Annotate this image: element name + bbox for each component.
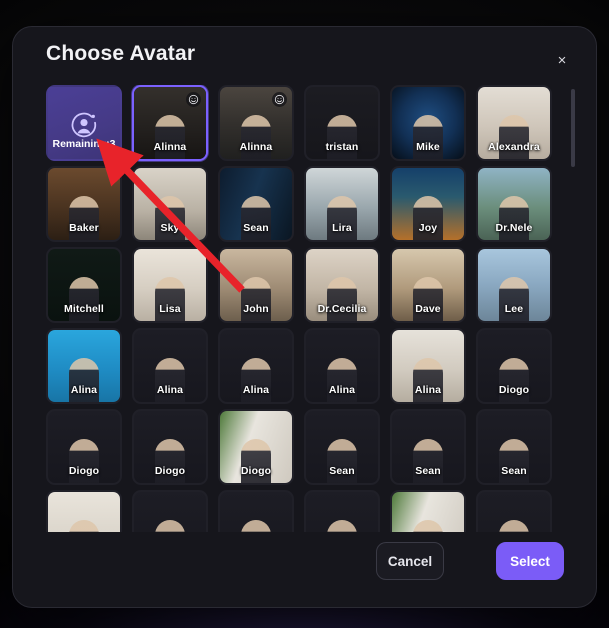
avatar-figure <box>241 439 271 483</box>
avatar-grid: Remaining:3 Alinna Alinna tristan Mike Alexan… <box>46 85 562 532</box>
smiley-icon[interactable] <box>186 92 201 107</box>
avatar-tile[interactable]: Mike <box>390 85 466 161</box>
avatar-figure <box>69 196 99 240</box>
add-user-icon <box>70 111 98 139</box>
avatar-figure <box>413 439 443 483</box>
avatar-tile[interactable] <box>46 490 122 532</box>
avatar-tile[interactable]: Alina <box>46 328 122 404</box>
avatar-tile[interactable]: Dr.Nele <box>476 166 552 242</box>
avatar-tile[interactable]: Alina <box>390 328 466 404</box>
avatar-tile[interactable]: John <box>218 247 294 323</box>
avatar-tile[interactable] <box>218 490 294 532</box>
avatar-figure <box>413 358 443 402</box>
avatar-figure <box>155 358 185 402</box>
avatar-tile[interactable]: Mitchell <box>46 247 122 323</box>
avatar-figure <box>155 196 185 240</box>
avatar-tile[interactable]: Joy <box>390 166 466 242</box>
avatar-figure <box>241 358 271 402</box>
close-icon[interactable]: × <box>552 50 572 70</box>
avatar-figure <box>155 277 185 321</box>
avatar-figure <box>413 277 443 321</box>
page-title: Choose Avatar <box>46 42 196 65</box>
avatar-figure <box>499 439 529 483</box>
avatar-tile[interactable]: Alinna <box>218 85 294 161</box>
avatar-figure <box>327 358 357 402</box>
avatar-figure <box>69 358 99 402</box>
avatar-tile[interactable] <box>390 490 466 532</box>
avatar-figure <box>69 439 99 483</box>
avatar-figure <box>499 277 529 321</box>
avatar-tile[interactable]: Dr.Cecilia <box>304 247 380 323</box>
avatar-figure <box>241 277 271 321</box>
avatar-tile[interactable]: Alinna <box>132 85 208 161</box>
avatar-figure <box>69 277 99 321</box>
avatar-figure <box>241 196 271 240</box>
modal-footer: Cancel Select <box>13 531 596 607</box>
avatar-figure <box>413 196 443 240</box>
select-button[interactable]: Select <box>496 542 564 580</box>
avatar-tile[interactable]: Diogo <box>476 328 552 404</box>
avatar-tile[interactable]: Sean <box>390 409 466 485</box>
avatar-figure <box>155 439 185 483</box>
remaining-avatars-tile[interactable]: Remaining:3 <box>46 85 122 161</box>
avatar-figure <box>327 439 357 483</box>
avatar-tile[interactable]: Alina <box>132 328 208 404</box>
avatar-tile[interactable]: Alexandra <box>476 85 552 161</box>
avatar-figure <box>327 115 357 159</box>
modal-header: Choose Avatar × <box>13 27 596 85</box>
avatar-tile[interactable] <box>304 490 380 532</box>
avatar-tile[interactable] <box>132 490 208 532</box>
avatar-tile[interactable]: Sean <box>476 409 552 485</box>
avatar-tile[interactable]: Sean <box>304 409 380 485</box>
choose-avatar-modal: Choose Avatar × Remaining:3 Alinna Alinna t… <box>12 26 597 608</box>
avatar-tile[interactable]: Sky <box>132 166 208 242</box>
avatar-tile[interactable]: Diogo <box>46 409 122 485</box>
avatar-tile[interactable]: Diogo <box>132 409 208 485</box>
avatar-tile[interactable]: Dave <box>390 247 466 323</box>
avatar-figure <box>499 358 529 402</box>
avatar-figure <box>155 115 185 159</box>
avatar-tile[interactable]: Baker <box>46 166 122 242</box>
avatar-figure <box>499 196 529 240</box>
avatar-grid-scroll-area[interactable]: Remaining:3 Alinna Alinna tristan Mike Alexan… <box>46 85 566 532</box>
avatar-figure <box>499 115 529 159</box>
avatar-tile[interactable]: tristan <box>304 85 380 161</box>
avatar-tile[interactable]: Lisa <box>132 247 208 323</box>
avatar-tile[interactable] <box>476 490 552 532</box>
avatar-tile[interactable]: Diogo <box>218 409 294 485</box>
grid-scrollbar-thumb[interactable] <box>571 89 575 167</box>
avatar-tile[interactable]: Alina <box>218 328 294 404</box>
page-root: Choose Avatar × Remaining:3 Alinna Alinna t… <box>0 0 609 628</box>
avatar-tile[interactable]: Sean <box>218 166 294 242</box>
avatar-figure <box>413 115 443 159</box>
avatar-figure <box>241 115 271 159</box>
remaining-label: Remaining:3 <box>52 138 116 150</box>
avatar-figure <box>327 277 357 321</box>
cancel-button[interactable]: Cancel <box>376 542 444 580</box>
smiley-icon[interactable] <box>272 92 287 107</box>
avatar-tile[interactable]: Alina <box>304 328 380 404</box>
avatar-tile[interactable]: Lira <box>304 166 380 242</box>
avatar-tile[interactable]: Lee <box>476 247 552 323</box>
avatar-figure <box>327 196 357 240</box>
